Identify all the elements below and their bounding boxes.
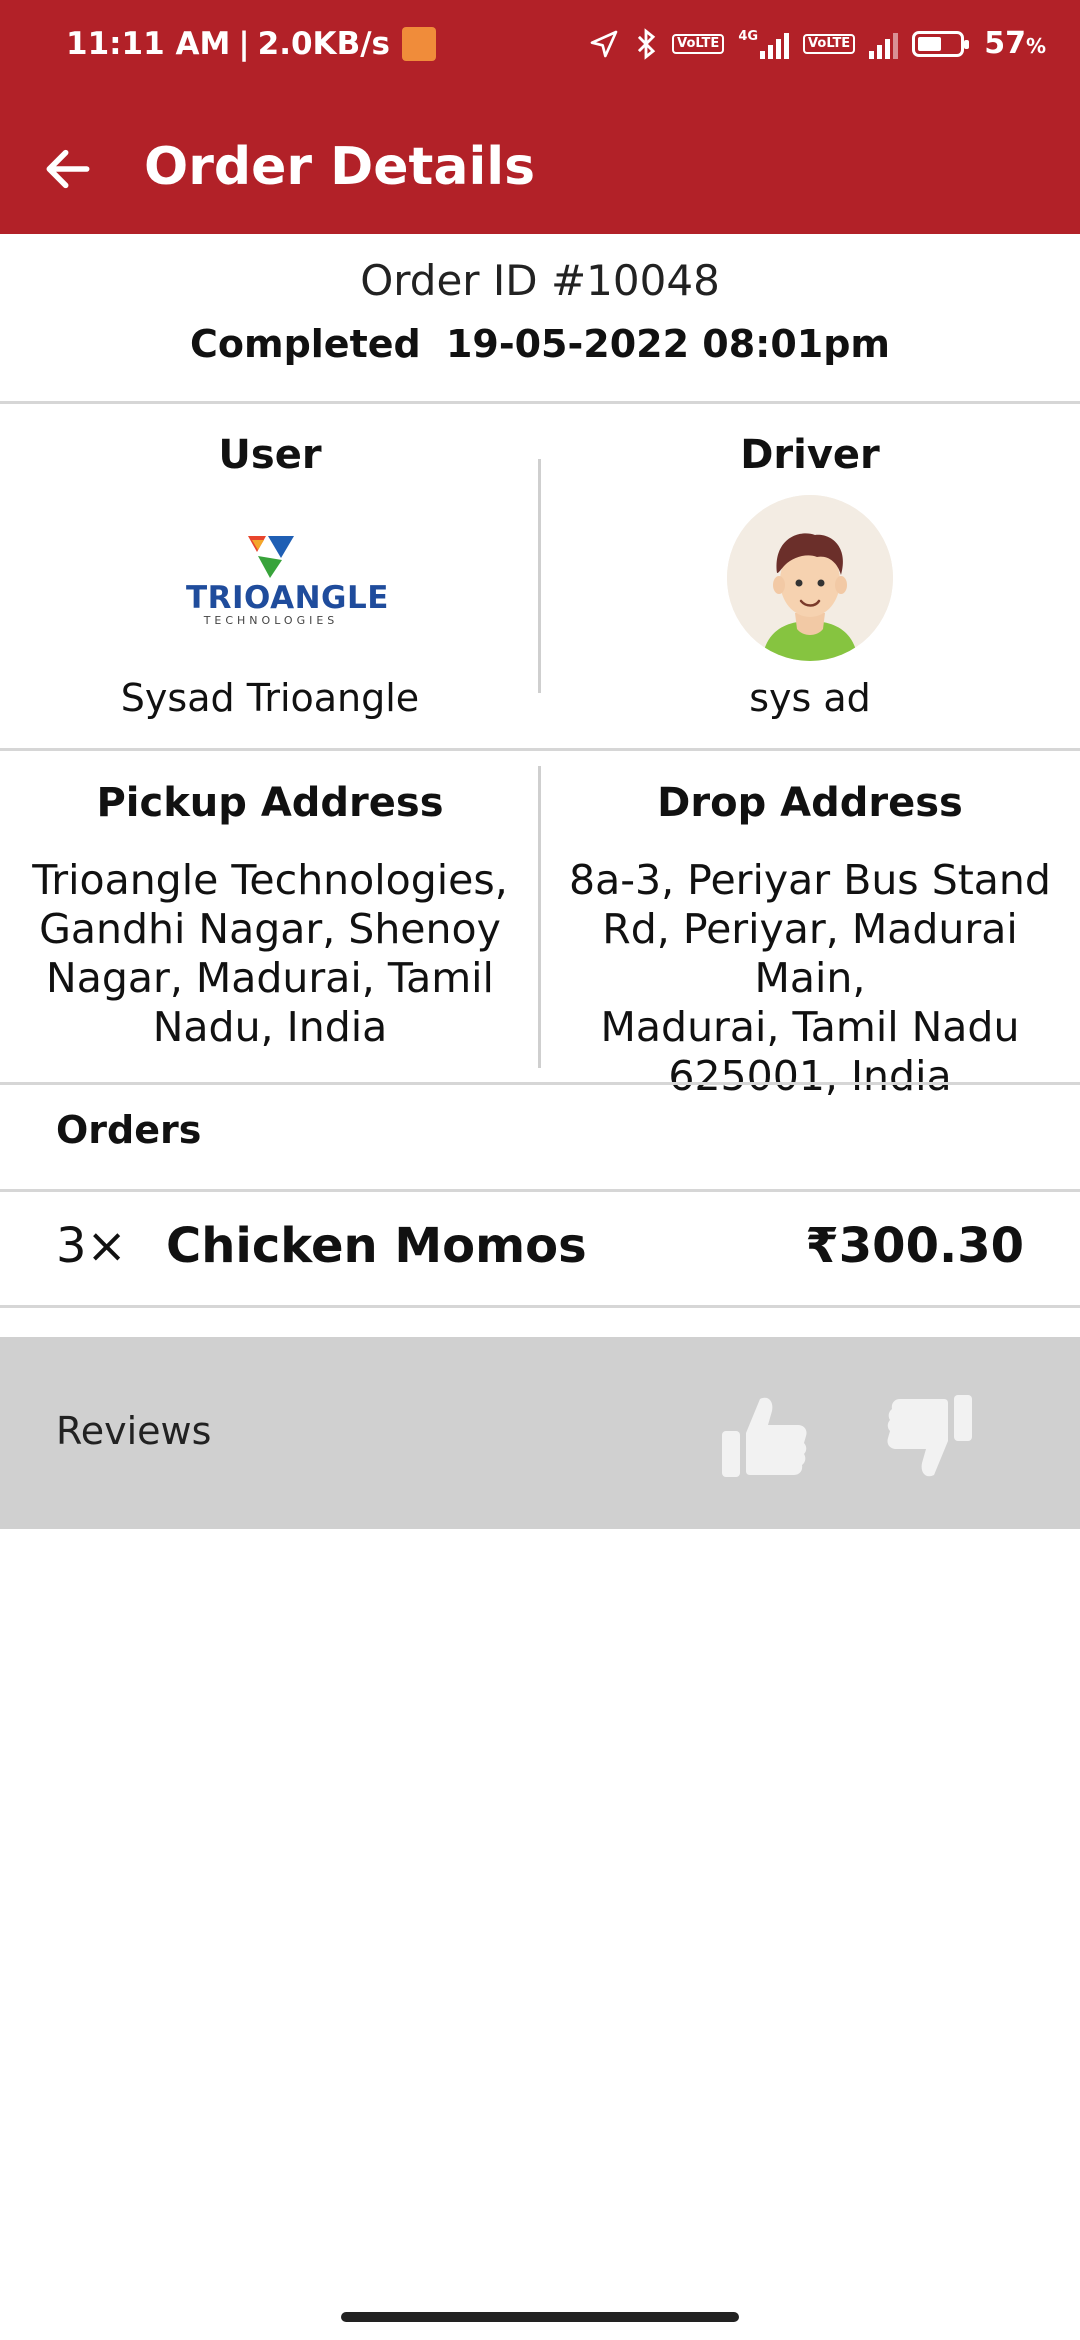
app-bar: Order Details — [0, 100, 1080, 234]
back-button[interactable] — [28, 129, 108, 209]
avatar-icon — [727, 495, 893, 661]
battery-percent-symbol: % — [1025, 34, 1046, 58]
status-bar: 11:11 AM | 2.0KB/s VoLTE 4G VoLTE 57% — [0, 0, 1080, 100]
order-header: Order ID #10048 Completed 19-05-2022 08:… — [0, 234, 1080, 402]
reviews-section: Reviews — [0, 1337, 1080, 1529]
battery-level — [918, 36, 942, 51]
battery-percent: 57 — [984, 26, 1026, 61]
orders-heading: Orders — [56, 1108, 202, 1152]
volte-badge-1: VoLTE — [672, 33, 725, 54]
driver-heading: Driver — [740, 432, 880, 478]
home-indicator[interactable] — [341, 2312, 739, 2322]
divider — [0, 748, 1080, 751]
divider — [0, 1189, 1080, 1192]
location-icon — [590, 30, 618, 57]
volte-badge-2: VoLTE — [803, 33, 856, 54]
driver-name: sys ad — [749, 676, 871, 720]
status-left: 11:11 AM | 2.0KB/s — [66, 26, 436, 62]
logo-subtext: TECHNOLOGIES — [203, 614, 339, 627]
status-time: 11:11 AM — [66, 26, 231, 62]
order-id: Order ID #10048 — [360, 256, 720, 305]
signal-icon — [869, 29, 899, 59]
battery-icon — [912, 30, 970, 57]
item-quantity: 3× — [56, 1218, 127, 1274]
network-speed: 2.0KB/s — [257, 26, 390, 62]
column-divider — [538, 766, 541, 1068]
reviews-label: Reviews — [56, 1409, 212, 1453]
thumbs-down-button[interactable] — [884, 1393, 976, 1481]
user-name: Sysad Trioangle — [120, 676, 420, 720]
page-title: Order Details — [144, 137, 536, 197]
pickup-address: Trioangle Technologies, Gandhi Nagar, Sh… — [32, 856, 508, 1051]
pickup-heading: Pickup Address — [96, 780, 444, 826]
thumbs-up-icon — [722, 1397, 807, 1477]
column-divider — [538, 459, 541, 693]
item-price: ₹300.30 — [805, 1218, 1024, 1274]
arrow-left-icon — [46, 149, 90, 189]
item-name: Chicken Momos — [166, 1218, 587, 1274]
signal-4g-icon: 4G — [738, 29, 790, 59]
order-datetime: 19-05-2022 08:01pm — [445, 322, 891, 366]
thumbs-down-icon — [887, 1395, 972, 1477]
logo-text: TRIOANGLE — [186, 580, 389, 616]
user-logo: TRIOANGLE TECHNOLOGIES — [186, 532, 389, 632]
divider — [0, 1082, 1080, 1085]
divider — [0, 401, 1080, 404]
app-notification-icon — [401, 27, 436, 61]
trioangle-logo-icon — [248, 536, 294, 578]
user-heading: User — [218, 432, 322, 478]
drop-address: 8a-3, Periyar Bus Stand Rd, Periyar, Mad… — [569, 856, 1051, 1100]
driver-avatar — [727, 495, 893, 661]
order-status: Completed — [189, 322, 421, 366]
bluetooth-icon — [638, 27, 656, 60]
thumbs-up-button[interactable] — [718, 1393, 810, 1481]
order-status-line: Completed 19-05-2022 08:01pm — [0, 322, 1080, 366]
status-right: VoLTE 4G VoLTE 57% — [588, 26, 1046, 61]
drop-heading: Drop Address — [657, 780, 963, 826]
divider — [0, 1305, 1080, 1308]
